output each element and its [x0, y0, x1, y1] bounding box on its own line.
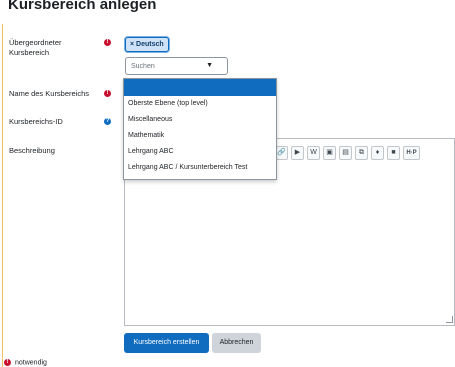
editor-toolbar: 🔗 ▶ W ▣ ▤ ⧉ ♦ ■ H·P: [275, 146, 420, 162]
category-name-label: Name des Kursbereichs: [9, 89, 90, 98]
dropdown-option-highlighted[interactable]: [124, 79, 276, 96]
dropdown-option[interactable]: Mathematik: [124, 128, 276, 144]
image-icon[interactable]: ▣: [323, 146, 336, 160]
dropdown-option[interactable]: Lehrgang ABC: [124, 144, 276, 160]
page-left-border: [2, 24, 3, 367]
chevron-down-icon[interactable]: ▼: [206, 62, 213, 69]
required-note-text: notwendig: [15, 359, 47, 367]
required-exclamation-icon: !: [104, 90, 111, 97]
dropdown-option[interactable]: Oberste Ebene (top level): [124, 96, 276, 112]
dropdown-option[interactable]: Miscellaneous: [124, 112, 276, 128]
create-category-button[interactable]: Kursbereich erstellen: [124, 333, 209, 353]
category-search-field[interactable]: ▼: [125, 57, 228, 75]
required-exclamation-icon: !: [104, 39, 111, 46]
selected-category-chip[interactable]: × Deutsch: [125, 37, 169, 52]
microphone-icon[interactable]: ♦: [371, 146, 384, 160]
cancel-button[interactable]: Abbrechen: [212, 333, 261, 353]
category-search-input[interactable]: [131, 60, 206, 73]
dropdown-option[interactable]: Lehrgang ABC / Kursunterbereich Test: [124, 160, 276, 176]
h5p-icon[interactable]: H·P: [403, 146, 420, 160]
page-title: Kursbereich anlegen: [8, 0, 157, 13]
file-icon[interactable]: ▤: [339, 146, 352, 160]
video-icon[interactable]: ▶: [291, 146, 304, 160]
parent-category-label-line2: Kursbereich: [9, 48, 50, 57]
description-label: Beschreibung: [9, 146, 55, 155]
category-id-label: Kursbereichs-ID: [9, 117, 63, 126]
editor-resize-handle[interactable]: [446, 316, 453, 323]
parent-category-label: Übergeordneter Kursbereich: [9, 38, 62, 58]
wiki-icon[interactable]: W: [307, 146, 320, 160]
question-help-icon[interactable]: ?: [104, 118, 111, 125]
camera-icon[interactable]: ■: [387, 146, 400, 160]
parent-category-label-line1: Übergeordneter: [9, 38, 62, 47]
category-dropdown-list: Oberste Ebene (top level) Miscellaneous …: [123, 78, 277, 180]
required-fields-note: ! notwendig: [4, 359, 47, 366]
required-exclamation-icon: !: [4, 359, 11, 366]
copy-icon[interactable]: ⧉: [355, 146, 368, 160]
